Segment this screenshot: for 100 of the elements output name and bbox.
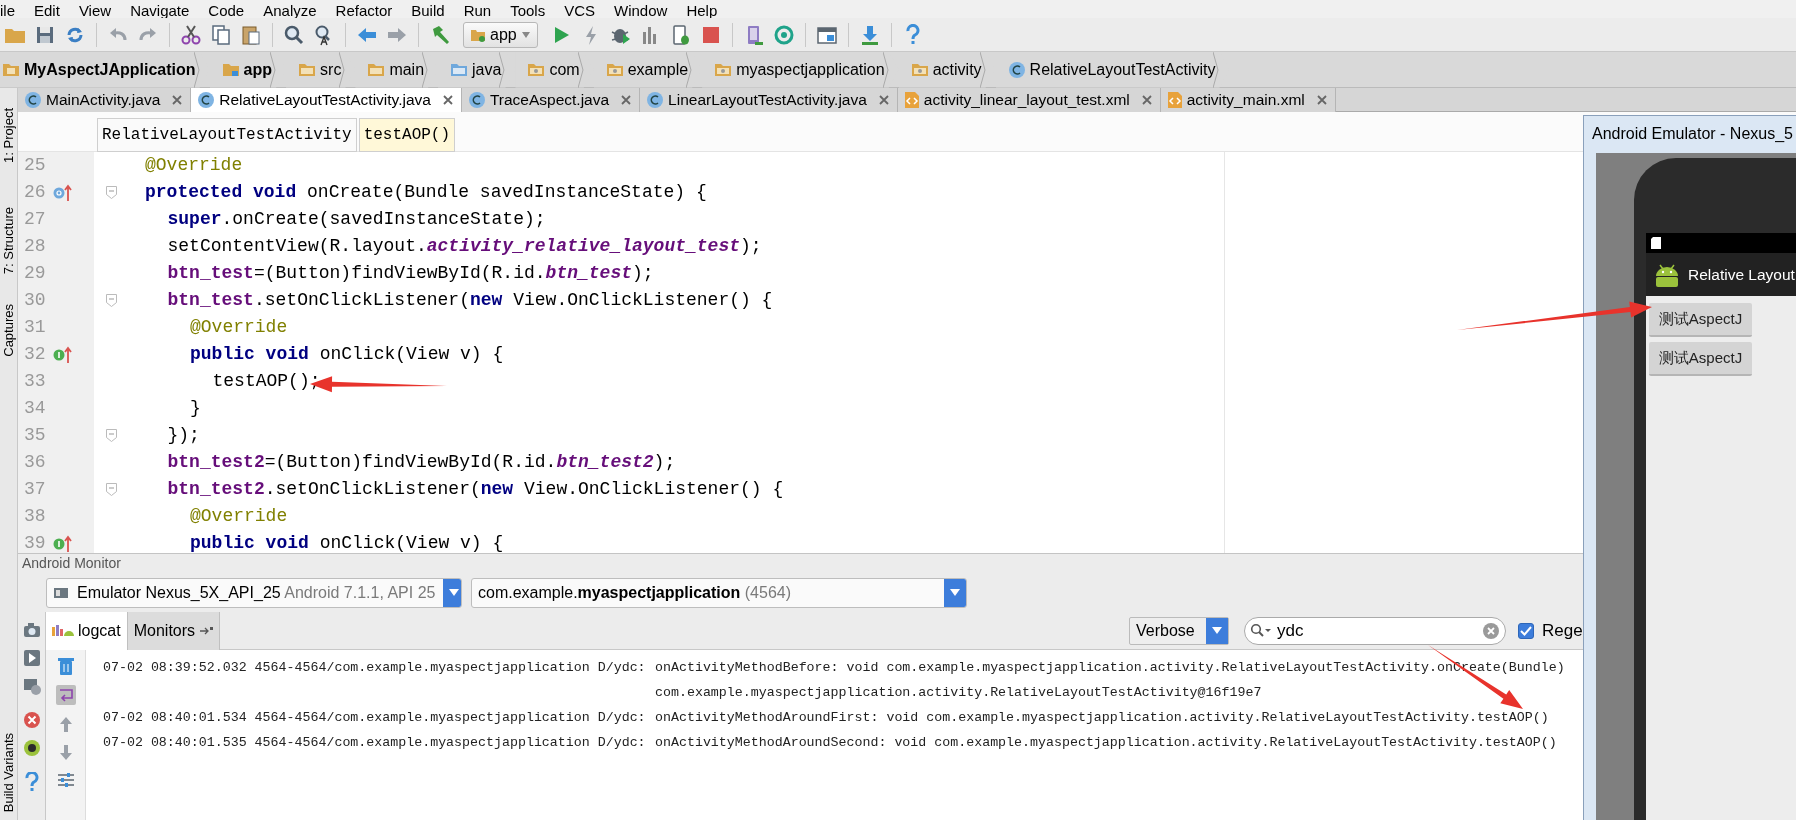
editor-tab[interactable]: activity_main.xml [1160, 87, 1336, 112]
soft-wrap-icon[interactable] [54, 684, 77, 706]
log-prefix: 07-02 08:39:52.032 4564-4564/com.example.myaspectjapplication D/ydc: [103, 659, 647, 677]
class-icon [24, 90, 42, 109]
menu-item[interactable]: Window [614, 1, 668, 18]
tool-window-button[interactable]: 1: Project [0, 108, 19, 163]
class-icon [197, 90, 216, 109]
process-dropdown[interactable]: com.example.myaspectjapplication (4564) [471, 577, 967, 608]
tool-window-button[interactable]: Captures [0, 304, 19, 357]
chevron-icon [577, 51, 584, 88]
code-line: @Override [190, 316, 288, 339]
caret-icon [949, 588, 961, 597]
close-icon[interactable] [21, 710, 42, 730]
code-line: @Override [190, 505, 288, 528]
code-line: super.onCreate(savedInstanceState); [167, 208, 546, 231]
log-message: onActivityMethodAroundFirst: void com.example.myaspectjapplication.activity.RelativeLayoutTestActivity.testAOP() [655, 710, 1549, 725]
line-number: 29 [23, 262, 47, 285]
menu-item[interactable]: Refactor [335, 1, 393, 18]
search-field[interactable]: ydc [1244, 616, 1506, 645]
close-icon [878, 94, 889, 105]
filter-settings-icon[interactable] [55, 770, 76, 790]
caret-icon [448, 588, 461, 597]
line-number: 36 [23, 451, 47, 474]
copy-icon[interactable] [210, 23, 232, 46]
line-number: 37 [23, 478, 47, 501]
code-line: setContentView(R.layout.activity_relative_layout_test); [167, 235, 762, 258]
implement-icon[interactable] [52, 344, 72, 365]
panel-tab[interactable]: logcat [46, 611, 128, 650]
menu-item[interactable]: ile [0, 1, 15, 18]
menu-item[interactable]: Tools [510, 1, 546, 18]
fold-icon[interactable] [106, 294, 117, 307]
menu-item[interactable]: Build [411, 1, 445, 18]
code-line: testAOP(); [212, 370, 321, 393]
editor-tab[interactable]: TraceAspect.java [461, 87, 641, 112]
code-line: }); [167, 424, 200, 447]
code-line: @Override [145, 154, 243, 177]
editor-tab[interactable]: LinearLayoutTestActivity.java [640, 87, 898, 112]
app-button[interactable]: 测试AspectJ [1649, 342, 1752, 376]
tool-window-button[interactable]: 7: Structure [0, 206, 19, 275]
line-number: 26 [23, 181, 47, 204]
close-icon [442, 94, 453, 105]
code-line: btn_test2=(Button)findViewById(R.id.btn_test2); [167, 451, 676, 474]
class-icon [646, 90, 665, 109]
sdk-icon[interactable] [772, 23, 795, 46]
breadcrumb-item[interactable]: testAOP() [358, 118, 456, 152]
close-icon [1141, 94, 1152, 105]
menu-item[interactable]: Edit [34, 1, 60, 18]
checkbox[interactable] [1518, 622, 1534, 639]
line-number: 30 [23, 289, 47, 312]
line-number: 25 [23, 154, 47, 177]
menu-item[interactable]: VCS [564, 1, 596, 18]
class-icon [1007, 60, 1026, 79]
fold-icon[interactable] [106, 186, 117, 199]
checkbox-label: Rege [1542, 619, 1583, 642]
code-line: btn_test=(Button)findViewById(R.id.btn_test); [167, 262, 654, 285]
line-number: 28 [23, 235, 47, 258]
log-prefix: 07-02 08:40:01.535 4564-4564/com.example.myaspectjapplication D/ydc: [103, 734, 647, 752]
device-dropdown[interactable]: Emulator Nexus_5X_API_25 Android 7.1.1, API 25 [46, 577, 462, 608]
app-button[interactable]: 测试AspectJ [1649, 303, 1752, 337]
close-icon [621, 94, 632, 105]
sd-card-icon [1650, 236, 1662, 250]
override-icon[interactable] [52, 182, 72, 203]
camera-icon[interactable] [21, 620, 42, 640]
line-number: 35 [23, 424, 47, 447]
chevron-icon [270, 51, 277, 88]
app-title: Relative Layout [1688, 264, 1795, 285]
editor-tab[interactable]: RelativeLayoutTestActivity.java [191, 87, 462, 112]
code-line: } [190, 397, 201, 420]
run-config-dropdown[interactable]: app [463, 21, 538, 48]
menu-item[interactable]: Code [208, 1, 245, 18]
search-icon[interactable] [283, 23, 305, 46]
trash-icon[interactable] [55, 656, 76, 676]
chevron-icon [882, 51, 889, 88]
chevron-icon [686, 51, 693, 88]
fold-icon[interactable] [106, 483, 117, 496]
editor-tab[interactable]: activity_linear_layout_test.xml [897, 87, 1161, 112]
caret-icon [520, 30, 531, 39]
breadcrumb-item[interactable]: RelativeLayoutTestActivity [97, 118, 357, 152]
log-level-dropdown[interactable]: Verbose [1129, 616, 1229, 645]
close-icon [172, 94, 183, 105]
play-icon[interactable] [21, 648, 42, 668]
line-number: 27 [23, 208, 47, 231]
code-line: btn_test2.setOnClickListener(new View.OnClickListener() { [167, 478, 784, 501]
scissors-icon[interactable] [180, 23, 202, 46]
chevron-icon [422, 51, 429, 88]
paste-icon[interactable] [240, 23, 262, 46]
menu-item[interactable]: View [78, 1, 112, 18]
class-icon [467, 90, 486, 109]
xml-file-icon [1166, 90, 1183, 109]
tool-window-button[interactable]: Build Variants [0, 732, 19, 812]
search-icon [1250, 622, 1272, 639]
menu-item[interactable]: Run [463, 1, 492, 18]
editor-tab[interactable]: MainActivity.java [18, 87, 192, 112]
implement-icon[interactable] [52, 533, 72, 553]
fold-icon[interactable] [106, 429, 117, 442]
panel-tab[interactable]: Monitors [127, 611, 221, 650]
clear-icon[interactable] [1482, 621, 1500, 640]
screen-record-icon[interactable] [21, 676, 42, 696]
code-line: btn_test.setOnClickListener(new View.OnClickListener() { [167, 289, 773, 312]
log-prefix: 07-02 08:40:01.534 4564-4564/com.example.myaspectjapplication D/ydc: [103, 709, 647, 727]
